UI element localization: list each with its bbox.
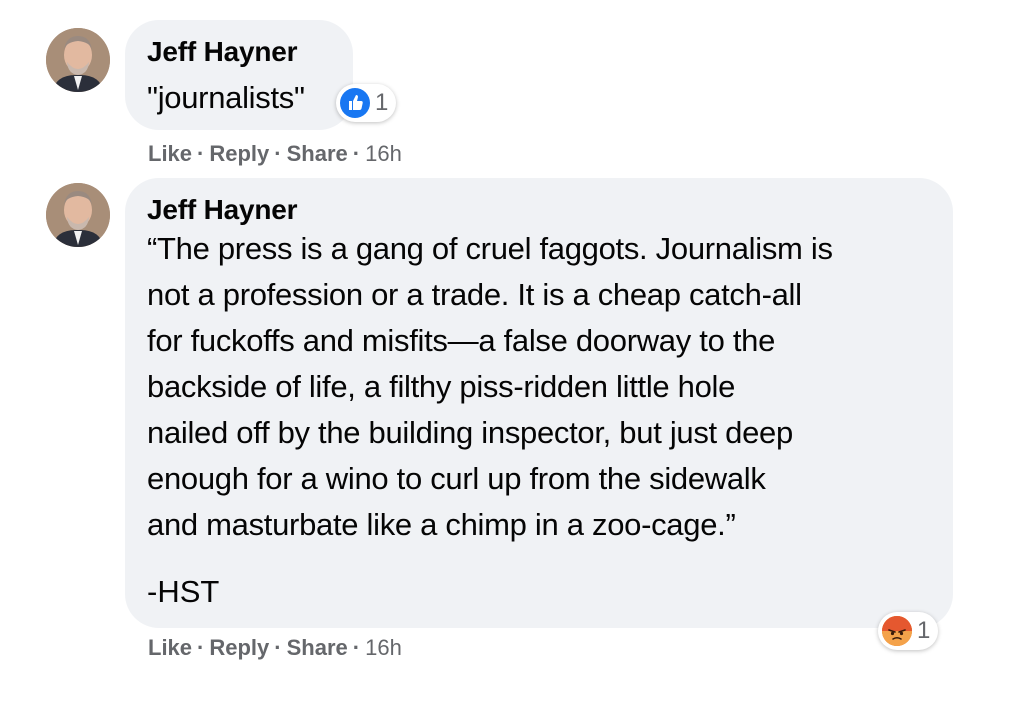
profile-photo xyxy=(46,183,110,247)
separator: · xyxy=(197,635,205,660)
comment-line: backside of life, a filthy piss-ridden l… xyxy=(147,369,736,404)
separator: · xyxy=(274,635,282,660)
avatar[interactable] xyxy=(46,28,110,92)
comment-text: "journalists" xyxy=(147,80,305,115)
angry-reaction-icon xyxy=(882,616,912,646)
comment-author[interactable]: Jeff Hayner xyxy=(147,194,298,226)
comment-line: and masturbate like a chimp in a zoo-cag… xyxy=(147,507,736,542)
timestamp[interactable]: 16h xyxy=(365,141,402,166)
comment-signature: -HST xyxy=(147,574,220,609)
reaction-count: 1 xyxy=(375,89,389,116)
like-reaction-icon xyxy=(340,88,370,118)
comment-line: for fuckoffs and misfits—a false doorway… xyxy=(147,323,776,358)
profile-photo xyxy=(46,28,110,92)
share-link[interactable]: Share xyxy=(287,635,348,660)
reply-link[interactable]: Reply xyxy=(209,635,269,660)
comment-line: nailed off by the building inspector, bu… xyxy=(147,415,793,450)
comment-actions: Like · Reply · Share · 16h xyxy=(148,141,402,167)
like-link[interactable]: Like xyxy=(148,635,192,660)
separator: · xyxy=(352,635,361,660)
separator: · xyxy=(274,141,282,166)
comment-actions: Like · Reply · Share · 16h xyxy=(148,635,402,661)
comment-line: not a profession or a trade. It is a che… xyxy=(147,277,802,312)
like-link[interactable]: Like xyxy=(148,141,192,166)
comment-line: “The press is a gang of cruel faggots. J… xyxy=(147,231,833,266)
reaction-count: 1 xyxy=(917,617,931,644)
timestamp[interactable]: 16h xyxy=(365,635,402,660)
comment-author[interactable]: Jeff Hayner xyxy=(147,36,298,68)
share-link[interactable]: Share xyxy=(287,141,348,166)
reaction-count-badge[interactable]: 1 xyxy=(336,84,397,122)
comment-line: enough for a wino to curl up from the si… xyxy=(147,461,766,496)
separator: · xyxy=(197,141,205,166)
reaction-count-badge[interactable]: 1 xyxy=(878,612,939,650)
avatar[interactable] xyxy=(46,183,110,247)
reply-link[interactable]: Reply xyxy=(209,141,269,166)
separator: · xyxy=(352,141,361,166)
